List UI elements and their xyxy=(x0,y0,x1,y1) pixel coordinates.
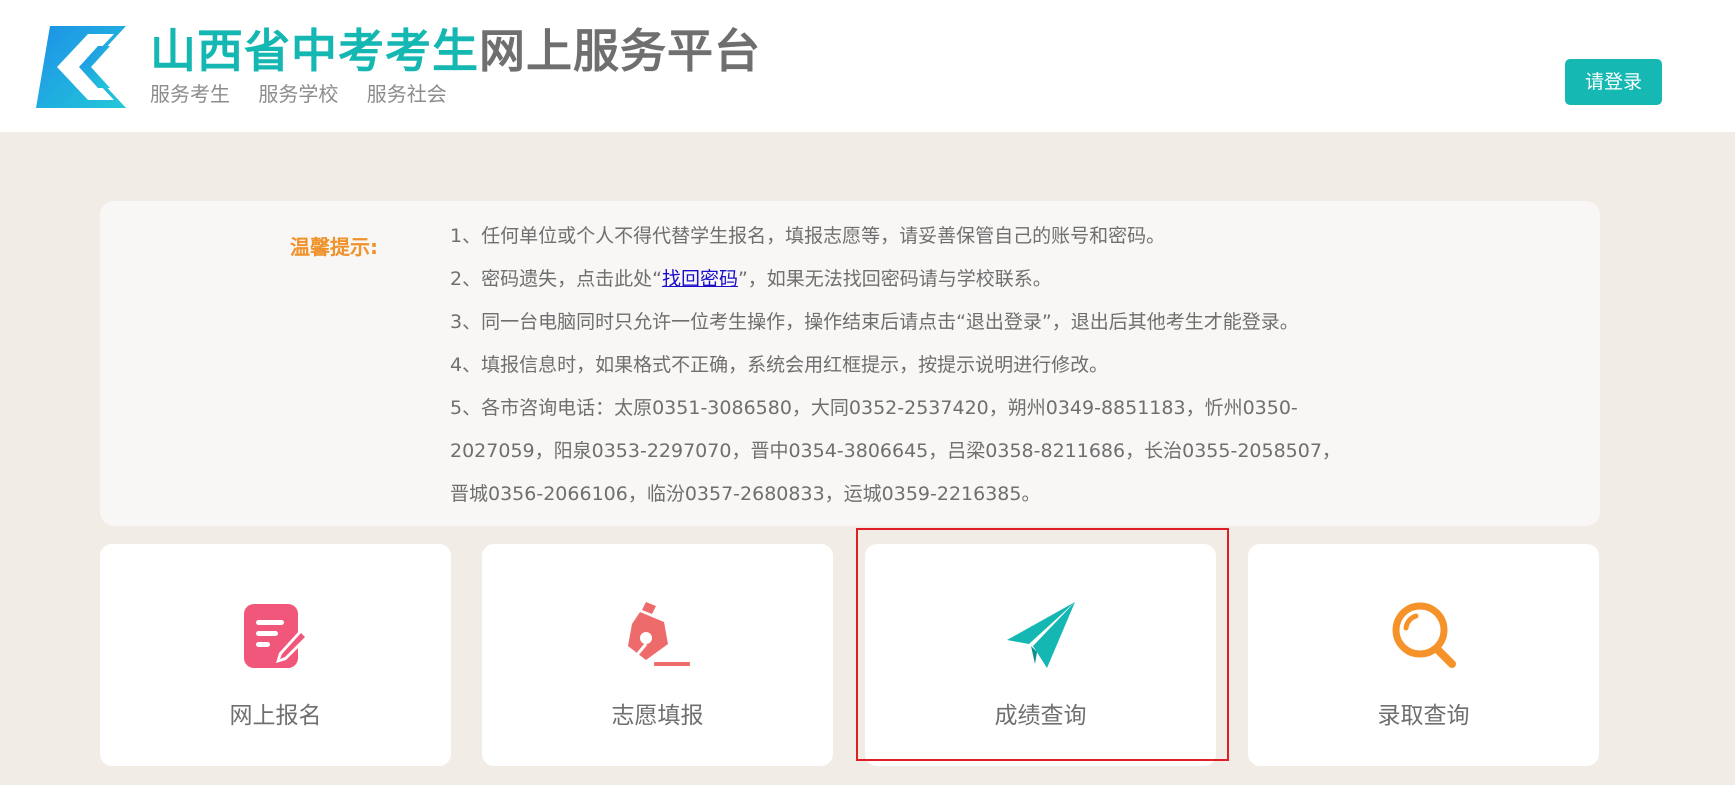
notice-item: 2、密码遗失，点击此处“找回密码”，如果无法找回密码请与学校联系。 xyxy=(450,258,1350,301)
site-title: 山西省中考考生网上服务平台 xyxy=(150,22,761,80)
notice-text: 2、密码遗失，点击此处“ xyxy=(450,268,662,290)
notice-text: ”，如果无法找回密码请与学校联系。 xyxy=(737,268,1052,290)
card-label: 志愿填报 xyxy=(611,703,704,729)
subtitle-item: 服务社会 xyxy=(366,82,447,106)
card-score-query[interactable]: 成绩查询 xyxy=(865,544,1216,766)
notice-list: 1、任何单位或个人不得代替学生报名，填报志愿等，请妥善保管自己的账号和密码。 2… xyxy=(450,215,1350,516)
card-label: 录取查询 xyxy=(1377,703,1470,729)
site-title-secondary: 网上服务平台 xyxy=(479,24,761,78)
notice-item: 3、同一台电脑同时只允许一位考生操作，操作结束后请点击“退出登录”，退出后其他考… xyxy=(450,311,1299,333)
card-label: 网上报名 xyxy=(229,703,322,729)
paper-plane-icon xyxy=(1007,602,1075,668)
login-button[interactable]: 请登录 xyxy=(1565,59,1662,105)
recover-password-link[interactable]: 找回密码 xyxy=(662,268,738,290)
notice-item: 4、填报信息时，如果格式不正确，系统会用红框提示，按提示说明进行修改。 xyxy=(450,354,1109,376)
card-label: 成绩查询 xyxy=(994,703,1087,729)
logo-icon xyxy=(36,26,126,108)
header: 山西省中考考生网上服务平台 服务考生 服务学校 服务社会 请登录 xyxy=(0,0,1735,132)
fountain-pen-icon xyxy=(628,602,690,666)
magnifier-icon xyxy=(1392,602,1456,668)
subtitle-item: 服务考生 xyxy=(150,82,230,106)
card-online-registration[interactable]: 网上报名 xyxy=(100,544,451,766)
notice-item: 5、各市咨询电话：太原0351-3086580，大同0352-2537420，朔… xyxy=(450,397,1341,505)
notice-label: 温馨提示: xyxy=(290,235,378,259)
notice-panel: 温馨提示: 1、任何单位或个人不得代替学生报名，填报志愿等，请妥善保管自己的账号… xyxy=(100,201,1600,526)
edit-note-icon xyxy=(244,604,308,668)
subtitle-item: 服务学校 xyxy=(258,82,339,106)
card-volunteer-filling[interactable]: 志愿填报 xyxy=(482,544,833,766)
site-subtitle: 服务考生 服务学校 服务社会 xyxy=(150,78,469,107)
card-admission-query[interactable]: 录取查询 xyxy=(1248,544,1599,766)
site-title-primary: 山西省中考考生 xyxy=(150,24,479,78)
notice-item: 1、任何单位或个人不得代替学生报名，填报志愿等，请妥善保管自己的账号和密码。 xyxy=(450,225,1166,247)
